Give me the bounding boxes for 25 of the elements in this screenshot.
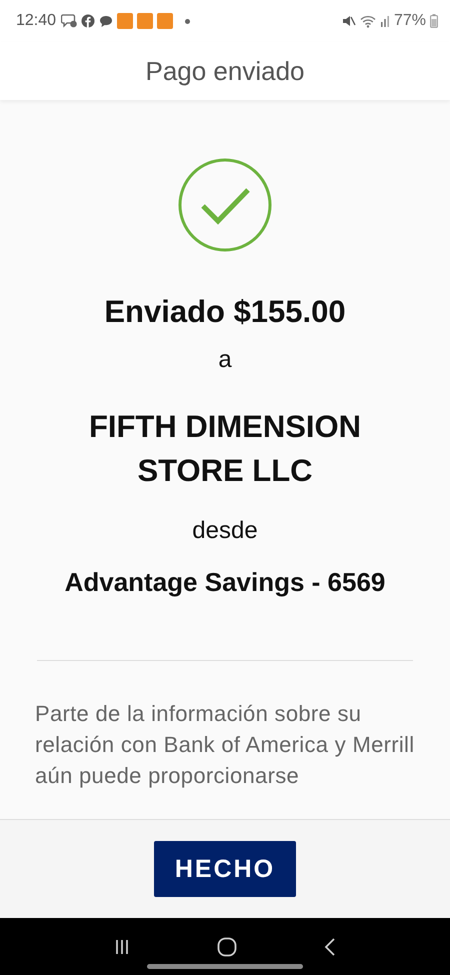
signal-icon bbox=[380, 15, 390, 27]
wifi-icon bbox=[360, 14, 376, 28]
recent-apps-icon[interactable] bbox=[114, 938, 130, 954]
account-name: Advantage Savings - 6569 bbox=[64, 567, 386, 598]
battery-icon bbox=[430, 14, 438, 28]
more-notifications-icon bbox=[185, 18, 190, 24]
home-icon[interactable] bbox=[216, 936, 237, 956]
disclaimer-text: Parte de la información sobre su relación con Bank of America y Merrill aún puede proporcionarse bbox=[35, 700, 415, 790]
payee-name: FIFTH DIMENSION STORE LLC bbox=[88, 408, 362, 490]
app-notification-icon bbox=[137, 13, 154, 29]
speech-bubble-icon bbox=[99, 14, 114, 28]
back-icon[interactable] bbox=[324, 938, 336, 956]
amount-sent: Enviado $155.00 bbox=[104, 294, 346, 330]
chat-bubble-icon bbox=[61, 14, 78, 28]
from-label: desde bbox=[192, 517, 258, 545]
check-circle-icon bbox=[178, 158, 272, 252]
to-label: a bbox=[218, 346, 232, 374]
status-time: 12:40 bbox=[16, 12, 56, 30]
screen-title: Pago enviado bbox=[145, 56, 305, 86]
facebook-icon bbox=[81, 14, 96, 28]
battery-level: 77% bbox=[394, 12, 426, 30]
app-notification-icon bbox=[117, 13, 134, 29]
app-notification-icon bbox=[157, 13, 174, 29]
done-button[interactable]: HECHO bbox=[154, 841, 296, 897]
mute-icon bbox=[342, 15, 356, 27]
